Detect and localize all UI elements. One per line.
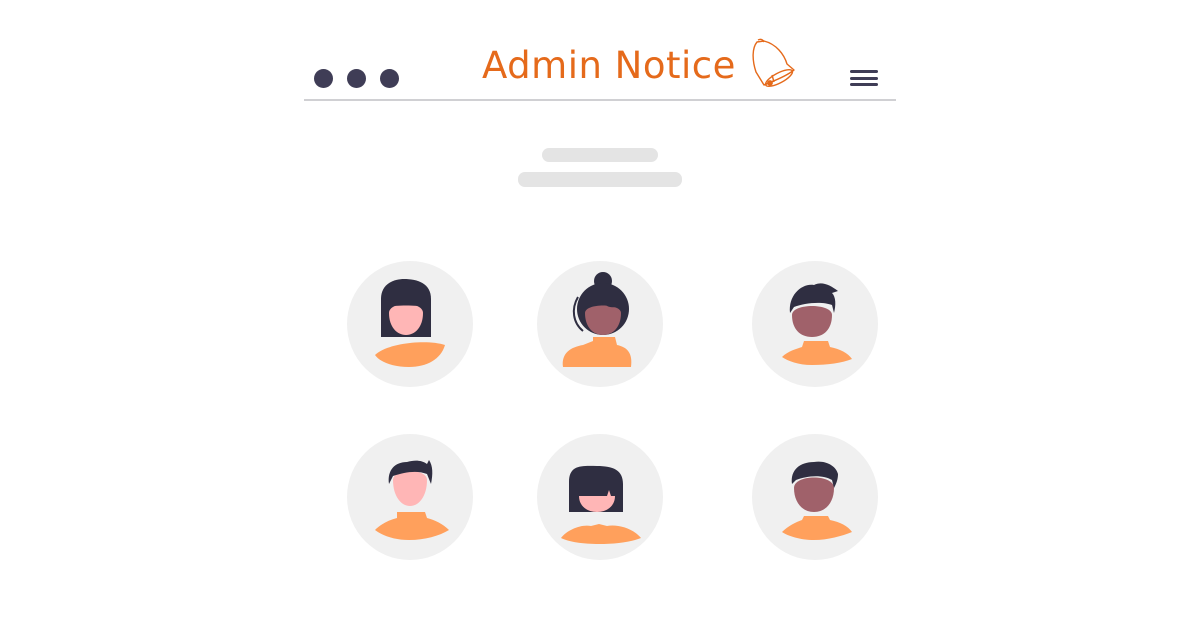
- placeholder-line-subtitle: [518, 172, 682, 187]
- app-header: Admin Notice: [304, 30, 896, 101]
- avatar-bob-hair-icon: [347, 261, 473, 387]
- menu-line: [850, 70, 878, 73]
- window-controls: [314, 69, 399, 88]
- hamburger-menu-icon[interactable]: [850, 70, 878, 88]
- placeholder-line-title: [542, 148, 658, 162]
- bell-icon[interactable]: [750, 38, 798, 90]
- avatar-user-4[interactable]: [347, 434, 473, 560]
- avatar-long-bangs-hair-icon: [537, 434, 663, 560]
- window-dot-2[interactable]: [347, 69, 366, 88]
- menu-line: [850, 83, 878, 86]
- avatar-user-3[interactable]: [752, 261, 878, 387]
- avatar-bun-hair-icon: [537, 261, 663, 387]
- avatar-short-hair-icon: [347, 434, 473, 560]
- avatar-short-hair-icon: [752, 434, 878, 560]
- avatar-user-5[interactable]: [537, 434, 663, 560]
- window-dot-3[interactable]: [380, 69, 399, 88]
- avatar-user-2[interactable]: [537, 261, 663, 387]
- menu-line: [850, 76, 878, 80]
- avatar-user-6[interactable]: [752, 434, 878, 560]
- window-dot-1[interactable]: [314, 69, 333, 88]
- page-title: Admin Notice: [482, 44, 736, 87]
- avatar-spiky-hair-icon: [752, 261, 878, 387]
- avatar-user-1[interactable]: [347, 261, 473, 387]
